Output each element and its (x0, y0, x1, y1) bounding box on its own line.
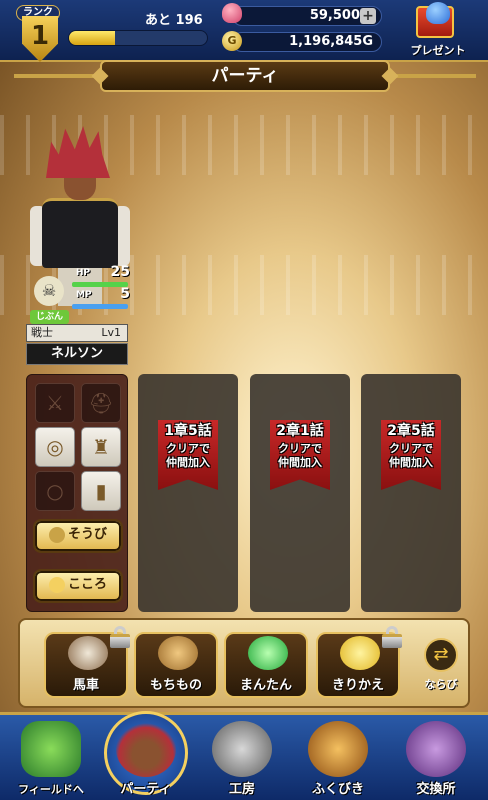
items-button[interactable]: もちもの (134, 632, 218, 698)
heart-button[interactable]: こころ (33, 569, 123, 603)
heart-orb-icon (48, 576, 65, 593)
lock-icon (382, 626, 402, 648)
heart-label: こころ (67, 577, 107, 592)
recruit-chapter: 2章5話 (387, 423, 435, 439)
sword-icon[interactable]: ⚔ (35, 383, 75, 423)
nav-lottery-label: ふくびき (311, 782, 364, 797)
rank-value: 1 (22, 16, 58, 62)
nav-party[interactable]: パーティ (100, 711, 192, 800)
nav-exchange-label: 交換所 (416, 782, 456, 797)
recruit-line2: 仲間加入 (278, 456, 322, 469)
recruit-slot-1[interactable]: 1章5話 クリアで 仲間加入 (138, 374, 238, 612)
nav-lottery[interactable]: ふくびき (292, 719, 384, 800)
gem-icon (222, 3, 242, 23)
present-label: プレゼント (410, 44, 466, 57)
hp-label: HP (76, 268, 91, 278)
nav-workshop-label: 工房 (228, 782, 255, 797)
title-rail (14, 74, 104, 78)
equip-label: そうび (67, 527, 107, 542)
status-bar: ランク 1 あと 196 59,500こ + 1,196,845G G プレゼン… (0, 0, 488, 62)
items-label: もちもの (149, 678, 202, 693)
mp-label: MP (76, 290, 92, 300)
sparkle-icon (248, 636, 288, 670)
swap-arrows-icon: ⇄ (424, 638, 458, 672)
equipment-panel: ⚔ ⛑ ◎ ♜ ○ ▮ そうび こころ (26, 374, 128, 612)
hero-name: ネルソン (26, 343, 128, 365)
party-screen: ランク 1 あと 196 59,500こ + 1,196,845G G プレゼン… (0, 0, 488, 800)
title-rail (386, 74, 476, 78)
page-title: パーティ (100, 60, 390, 92)
horse-icon (68, 636, 108, 670)
bottom-nav: フィールドへ パーティ 工房 ふくびき 交換所 (0, 711, 488, 800)
carriage-label: 馬車 (72, 678, 99, 693)
gold-count: 1,196,845G (232, 32, 382, 52)
mp-value: 5 (120, 286, 130, 302)
armor-icon[interactable]: ♜ (81, 427, 121, 467)
rank-badge: ランク 1 (4, 2, 70, 66)
add-gems-button[interactable]: + (360, 8, 376, 24)
lock-icon (110, 626, 130, 648)
nav-party-label: パーティ (120, 782, 172, 797)
sort-button[interactable]: ⇄ ならび (416, 638, 466, 694)
ring-icon[interactable]: ○ (35, 471, 75, 511)
switch-label: きりかえ (331, 678, 384, 693)
present-button[interactable]: プレゼント (392, 0, 484, 62)
heal-all-label: まんたん (239, 678, 292, 693)
job-name: 戦士 (31, 326, 53, 339)
action-bar: 馬車 もちもの まんたん きりかえ ⇄ ならび (18, 618, 470, 708)
recruit-line2: 仲間加入 (389, 456, 433, 469)
bag-icon (158, 636, 198, 670)
exp-bar-fill (69, 31, 115, 45)
recruit-line2: 仲間加入 (166, 456, 210, 469)
gold-coin-icon: G (222, 31, 242, 51)
nav-exchange[interactable]: 交換所 (388, 719, 484, 800)
recruit-slot-3[interactable]: 2章5話 クリアで 仲間加入 (361, 374, 461, 612)
field-arrow-icon (21, 721, 81, 777)
carriage-button[interactable]: 馬車 (44, 626, 130, 698)
treasure-chest-icon (308, 721, 368, 777)
skull-crossbones-icon: ☠ (34, 276, 64, 306)
mp-bar (72, 304, 128, 309)
hero-body (42, 198, 118, 268)
sword-icon (48, 526, 65, 543)
switch-button[interactable]: きりかえ (316, 626, 402, 698)
hammer-icon (212, 721, 272, 777)
exp-remaining: あと 196 (145, 13, 203, 28)
slime-icon (426, 2, 450, 24)
hero-level: Lv1 (101, 326, 121, 339)
hp-stat: HP 25 (72, 264, 132, 287)
boots-icon[interactable]: ▮ (81, 471, 121, 511)
exp-bar (68, 30, 208, 46)
scales-icon (406, 721, 466, 777)
nav-workshop[interactable]: 工房 (196, 719, 288, 800)
recruit-chapter: 2章1話 (276, 423, 324, 439)
shield-icon[interactable]: ◎ (35, 427, 75, 467)
heal-all-button[interactable]: まんたん (224, 632, 308, 698)
equip-button[interactable]: そうび (33, 519, 123, 553)
recruit-slot-2[interactable]: 2章1話 クリアで 仲間加入 (250, 374, 350, 612)
hero-portrait-icon (116, 721, 176, 777)
hero-job: 戦士 Lv1 (26, 324, 128, 342)
hp-value: 25 (110, 264, 130, 280)
hero-hair (46, 126, 110, 178)
helmet-icon[interactable]: ⛑ (81, 383, 121, 423)
nav-field[interactable]: フィールドへ (6, 719, 96, 800)
hero-card[interactable]: じぶん 戦士 Lv1 ネルソン (26, 310, 128, 366)
recruit-chapter: 1章5話 (164, 423, 212, 439)
self-tag: じぶん (30, 310, 70, 324)
sort-label: ならび (424, 678, 458, 691)
mp-stat: MP 5 (72, 286, 132, 309)
party-members-icon (340, 636, 380, 670)
nav-field-label: フィールドへ (18, 783, 84, 796)
